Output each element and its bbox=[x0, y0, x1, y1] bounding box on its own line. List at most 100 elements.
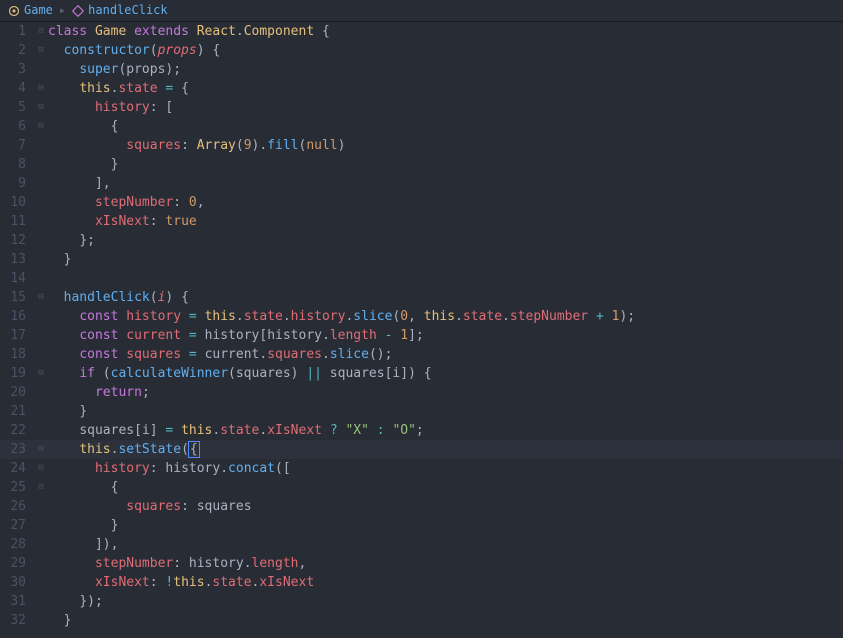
code-editor[interactable]: 1⊟class Game extends React.Component { 2… bbox=[0, 22, 843, 638]
line-number: 15 bbox=[0, 288, 34, 307]
fold-toggle[interactable] bbox=[34, 611, 48, 630]
line-number: 29 bbox=[0, 554, 34, 573]
code-line[interactable]: stepNumber: 0, bbox=[48, 193, 843, 212]
code-line[interactable]: const current = history[history.length -… bbox=[48, 326, 843, 345]
breadcrumb-item-method[interactable]: handleClick bbox=[72, 1, 167, 20]
line-number: 17 bbox=[0, 326, 34, 345]
breadcrumb-separator-icon: ▸ bbox=[59, 1, 66, 20]
fold-toggle[interactable]: ⊟ bbox=[34, 22, 48, 41]
code-line[interactable]: squares[i] = this.state.xIsNext ? "X" : … bbox=[48, 421, 843, 440]
fold-toggle[interactable] bbox=[34, 174, 48, 193]
code-line[interactable]: if (calculateWinner(squares) || squares[… bbox=[48, 364, 843, 383]
code-line[interactable]: this.setState({ bbox=[48, 440, 843, 459]
fold-toggle[interactable] bbox=[34, 516, 48, 535]
code-line[interactable]: squares: squares bbox=[48, 497, 843, 516]
line-number: 1 bbox=[0, 22, 34, 41]
line-number: 25 bbox=[0, 478, 34, 497]
line-number: 27 bbox=[0, 516, 34, 535]
line-number: 19 bbox=[0, 364, 34, 383]
fold-toggle[interactable]: ⊟ bbox=[34, 288, 48, 307]
code-line[interactable]: } bbox=[48, 611, 843, 630]
code-line[interactable]: }; bbox=[48, 231, 843, 250]
code-line[interactable]: super(props); bbox=[48, 60, 843, 79]
fold-toggle[interactable]: ⊟ bbox=[34, 478, 48, 497]
fold-toggle[interactable] bbox=[34, 592, 48, 611]
line-number: 32 bbox=[0, 611, 34, 630]
fold-toggle[interactable] bbox=[34, 307, 48, 326]
line-number: 28 bbox=[0, 535, 34, 554]
code-line[interactable]: handleClick(i) { bbox=[48, 288, 843, 307]
fold-toggle[interactable] bbox=[34, 535, 48, 554]
line-number: 12 bbox=[0, 231, 34, 250]
code-line[interactable]: squares: Array(9).fill(null) bbox=[48, 136, 843, 155]
code-line[interactable]: ], bbox=[48, 174, 843, 193]
fold-toggle[interactable]: ⊟ bbox=[34, 364, 48, 383]
line-number: 9 bbox=[0, 174, 34, 193]
cursor: { bbox=[188, 441, 200, 458]
fold-toggle[interactable]: ⊟ bbox=[34, 117, 48, 136]
line-number: 5 bbox=[0, 98, 34, 117]
line-number: 30 bbox=[0, 573, 34, 592]
fold-toggle[interactable] bbox=[34, 326, 48, 345]
fold-toggle[interactable]: ⊟ bbox=[34, 459, 48, 478]
code-line[interactable]: history: history.concat([ bbox=[48, 459, 843, 478]
code-line[interactable]: xIsNext: !this.state.xIsNext bbox=[48, 573, 843, 592]
fold-toggle[interactable] bbox=[34, 60, 48, 79]
fold-toggle[interactable] bbox=[34, 402, 48, 421]
line-number: 26 bbox=[0, 497, 34, 516]
fold-toggle[interactable] bbox=[34, 250, 48, 269]
code-line[interactable]: const squares = current.squares.slice(); bbox=[48, 345, 843, 364]
fold-toggle[interactable]: ⊟ bbox=[34, 41, 48, 60]
fold-toggle[interactable] bbox=[34, 554, 48, 573]
line-number: 2 bbox=[0, 41, 34, 60]
code-line[interactable]: history: [ bbox=[48, 98, 843, 117]
code-line[interactable]: } bbox=[48, 516, 843, 535]
fold-toggle[interactable] bbox=[34, 136, 48, 155]
fold-toggle[interactable] bbox=[34, 345, 48, 364]
code-line[interactable]: return; bbox=[48, 383, 843, 402]
code-line[interactable]: ]), bbox=[48, 535, 843, 554]
line-number: 11 bbox=[0, 212, 34, 231]
fold-toggle[interactable] bbox=[34, 421, 48, 440]
code-line[interactable]: stepNumber: history.length, bbox=[48, 554, 843, 573]
line-number: 31 bbox=[0, 592, 34, 611]
line-number: 22 bbox=[0, 421, 34, 440]
fold-toggle[interactable] bbox=[34, 269, 48, 288]
fold-toggle[interactable] bbox=[34, 155, 48, 174]
line-number: 16 bbox=[0, 307, 34, 326]
breadcrumb-item-class[interactable]: Game bbox=[8, 1, 53, 20]
code-line[interactable] bbox=[48, 269, 843, 288]
fold-toggle[interactable] bbox=[34, 193, 48, 212]
code-line[interactable]: constructor(props) { bbox=[48, 41, 843, 60]
fold-toggle[interactable] bbox=[34, 231, 48, 250]
fold-toggle[interactable] bbox=[34, 497, 48, 516]
fold-toggle[interactable]: ⊟ bbox=[34, 79, 48, 98]
code-line[interactable]: const history = this.state.history.slice… bbox=[48, 307, 843, 326]
fold-toggle[interactable] bbox=[34, 212, 48, 231]
code-line[interactable]: { bbox=[48, 117, 843, 136]
fold-toggle[interactable]: ⊟ bbox=[34, 440, 48, 459]
breadcrumb-label: Game bbox=[24, 1, 53, 20]
line-number: 4 bbox=[0, 79, 34, 98]
method-icon bbox=[72, 5, 84, 17]
line-number: 8 bbox=[0, 155, 34, 174]
code-line[interactable]: this.state = { bbox=[48, 79, 843, 98]
fold-toggle[interactable]: ⊟ bbox=[34, 98, 48, 117]
code-line[interactable]: }); bbox=[48, 592, 843, 611]
fold-toggle[interactable] bbox=[34, 573, 48, 592]
line-number: 7 bbox=[0, 136, 34, 155]
fold-toggle[interactable] bbox=[34, 383, 48, 402]
code-line[interactable]: xIsNext: true bbox=[48, 212, 843, 231]
line-number: 14 bbox=[0, 269, 34, 288]
code-line[interactable]: } bbox=[48, 250, 843, 269]
code-line[interactable]: { bbox=[48, 478, 843, 497]
code-line[interactable]: class Game extends React.Component { bbox=[48, 22, 843, 41]
line-number: 21 bbox=[0, 402, 34, 421]
breadcrumb-label: handleClick bbox=[88, 1, 167, 20]
line-number: 24 bbox=[0, 459, 34, 478]
line-number: 6 bbox=[0, 117, 34, 136]
code-line[interactable]: } bbox=[48, 402, 843, 421]
code-line[interactable]: } bbox=[48, 155, 843, 174]
line-number: 20 bbox=[0, 383, 34, 402]
line-number: 18 bbox=[0, 345, 34, 364]
